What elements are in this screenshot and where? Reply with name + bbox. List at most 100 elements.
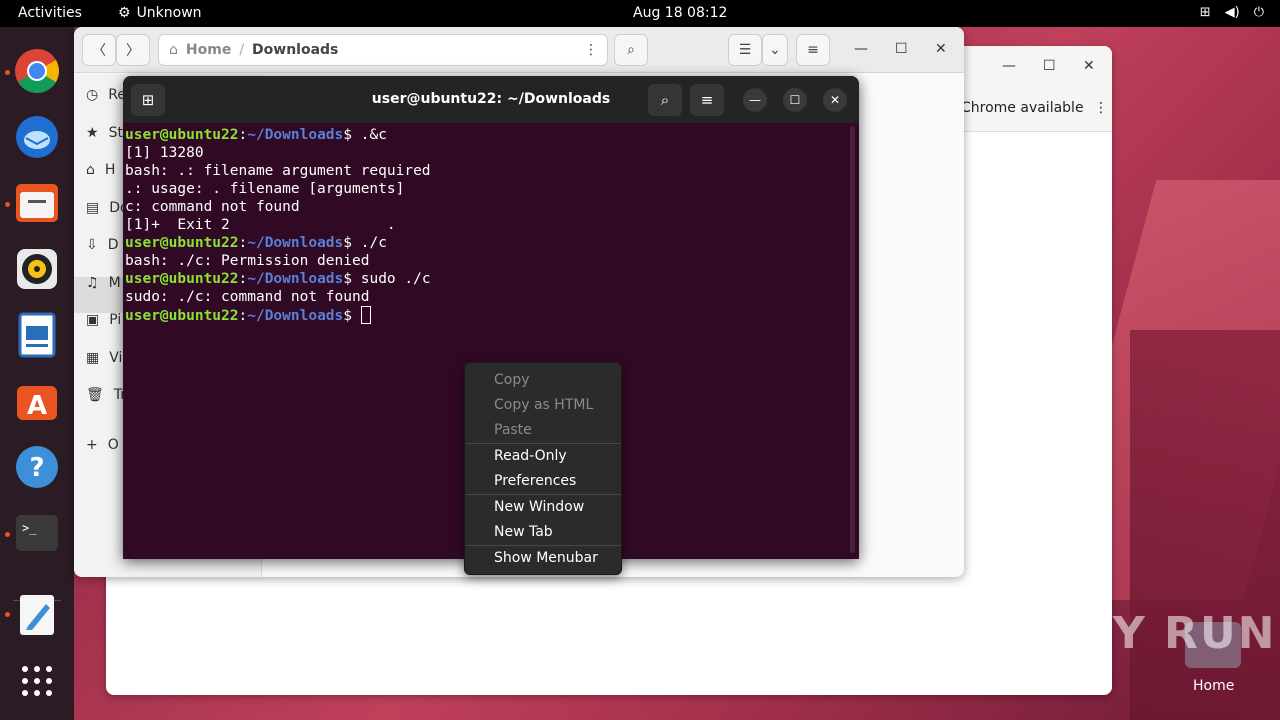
desktop-home-label[interactable]: Home: [1193, 678, 1234, 694]
maximize-button[interactable]: ☐: [783, 88, 807, 112]
chrome-icon[interactable]: [13, 47, 61, 95]
search-icon: ⌕: [627, 42, 635, 58]
path-bar[interactable]: ⌂ Home / Downloads: [158, 34, 608, 66]
menu-button[interactable]: ≡: [690, 84, 724, 116]
prompt-separator: :: [238, 127, 248, 143]
chrome-available-notice[interactable]: Chrome available ⋮: [961, 100, 1108, 116]
terminal-command-line: user@ubuntu22:~/Downloads$ .&c: [125, 126, 849, 144]
maximize-icon[interactable]: ☐: [1043, 58, 1056, 74]
watermark: ANY RUN: [1038, 608, 1277, 659]
minimize-button[interactable]: —: [743, 88, 767, 112]
prompt-path: ~/Downloads: [247, 308, 344, 324]
prompt-path: ~/Downloads: [247, 127, 344, 143]
maximize-icon[interactable]: ☐: [895, 41, 908, 57]
document-icon: ▤: [86, 200, 100, 216]
path-home[interactable]: Home: [186, 42, 231, 58]
prompt-symbol: $: [343, 127, 361, 143]
sidebar-item-starred[interactable]: ★ St: [86, 125, 123, 141]
search-button[interactable]: ⌕: [614, 34, 648, 66]
clock[interactable]: Aug 18 08:12: [633, 5, 727, 21]
hamburger-icon: ≡: [807, 42, 819, 58]
sidebar-item-recent[interactable]: ◷ Re: [86, 87, 126, 103]
command-text: sudo ./c: [360, 271, 431, 287]
trash-icon: 🗑: [86, 387, 104, 403]
terminal-output-line: [1] 13280: [125, 145, 204, 161]
menu-item-show-menubar[interactable]: Show Menubar: [494, 550, 598, 566]
star-icon: ★: [86, 125, 99, 141]
minimize-icon: —: [749, 93, 761, 107]
menu-item-copy-as-html[interactable]: Copy as HTML: [494, 397, 593, 413]
thunderbird-icon[interactable]: [13, 113, 61, 161]
help-icon[interactable]: ?: [13, 443, 61, 491]
minimize-icon[interactable]: —: [854, 41, 868, 57]
close-icon: ✕: [829, 93, 841, 107]
picture-icon: ▣: [86, 312, 100, 328]
list-icon: ☰: [738, 42, 752, 58]
forward-button[interactable]: 〉: [116, 34, 150, 66]
sidebar-item-home[interactable]: ⌂ H: [86, 162, 115, 178]
kebab-menu-icon[interactable]: ⋮: [1094, 100, 1108, 116]
app-center-icon[interactable]: A: [13, 377, 61, 425]
search-button[interactable]: ⌕: [648, 84, 682, 116]
menu-item-read-only[interactable]: Read-Only: [494, 448, 567, 464]
context-menu: Copy Copy as HTML Paste Read-Only Prefer…: [464, 362, 622, 575]
path-current[interactable]: Downloads: [252, 42, 338, 58]
sidebar-item-videos[interactable]: ▦ Vi: [86, 350, 122, 366]
terminal-icon[interactable]: >_: [13, 509, 61, 557]
close-icon[interactable]: ✕: [1083, 58, 1095, 74]
show-apps-icon[interactable]: [13, 657, 61, 705]
system-tray[interactable]: ⊞ ◀) ⏻: [1200, 5, 1264, 20]
terminal-scrollbar[interactable]: [850, 126, 855, 553]
prompt-symbol: $: [343, 235, 361, 251]
back-button[interactable]: 〈: [82, 34, 116, 66]
menu-item-preferences[interactable]: Preferences: [494, 473, 576, 489]
app-menu[interactable]: ⚙ Unknown: [118, 5, 202, 21]
terminal-command-line: user@ubuntu22:~/Downloads$ ./c: [125, 234, 849, 252]
close-button[interactable]: ✕: [823, 88, 847, 112]
terminal-output-line: bash: ./c: Permission denied: [125, 253, 370, 269]
minimize-icon[interactable]: —: [1002, 58, 1016, 74]
sidebar-item-other-locations[interactable]: + O: [86, 437, 119, 453]
terminal-cursor: [360, 306, 371, 324]
terminal-output-line: .: usage: . filename [arguments]: [125, 181, 405, 197]
prompt-symbol: $: [343, 271, 361, 287]
path-menu-button[interactable]: ⋮: [574, 34, 608, 66]
sidebar-item-downloads[interactable]: ⇩ D: [86, 237, 119, 253]
terminal-output[interactable]: user@ubuntu22:~/Downloads$ .&c [1] 13280 b…: [125, 126, 849, 325]
running-indicator: [5, 70, 10, 75]
download-icon: ⇩: [86, 237, 98, 253]
prompt-user: user@ubuntu22: [125, 235, 239, 251]
prompt-user: user@ubuntu22: [125, 271, 239, 287]
sidebar-item-trash[interactable]: 🗑 Tr: [86, 387, 126, 403]
list-view-button[interactable]: ☰: [728, 34, 762, 66]
running-indicator: [5, 202, 10, 207]
menu-item-new-window[interactable]: New Window: [494, 499, 584, 515]
menu-item-new-tab[interactable]: New Tab: [494, 524, 553, 540]
dock: A ? >_: [0, 27, 74, 720]
prompt-path: ~/Downloads: [247, 235, 344, 251]
terminal-output-line: c: command not found: [125, 199, 300, 215]
clock-icon: ◷: [86, 87, 99, 103]
view-options-button[interactable]: ⌄: [762, 34, 788, 66]
svg-text:>_: >_: [22, 521, 37, 535]
main-menu-button[interactable]: ≡: [796, 34, 830, 66]
network-icon: ⊞: [1199, 5, 1211, 20]
files-icon[interactable]: [13, 179, 61, 227]
libreoffice-writer-icon[interactable]: [13, 311, 61, 359]
running-indicator: [5, 532, 10, 537]
command-text: .&c: [360, 127, 387, 143]
sidebar-item-pictures[interactable]: ▣ Pi: [86, 312, 121, 328]
text-editor-icon[interactable]: [13, 591, 61, 639]
close-icon[interactable]: ✕: [935, 41, 947, 57]
music-icon: ♫: [86, 275, 99, 291]
activities-button[interactable]: Activities: [18, 5, 82, 21]
terminal-output-line: [1]+ Exit 2 .: [125, 217, 396, 233]
sidebar-item-music[interactable]: ♫ M: [86, 275, 121, 291]
menu-item-paste[interactable]: Paste: [494, 422, 532, 438]
top-bar: Activities ⚙ Unknown Aug 18 08:12 ⊞ ◀) ⏻: [0, 0, 1280, 27]
menu-item-copy[interactable]: Copy: [494, 372, 530, 388]
menu-separator: [466, 494, 621, 495]
rhythmbox-icon[interactable]: [13, 245, 61, 293]
app-name: Unknown: [136, 5, 202, 21]
notice-text: Chrome available: [961, 100, 1084, 116]
